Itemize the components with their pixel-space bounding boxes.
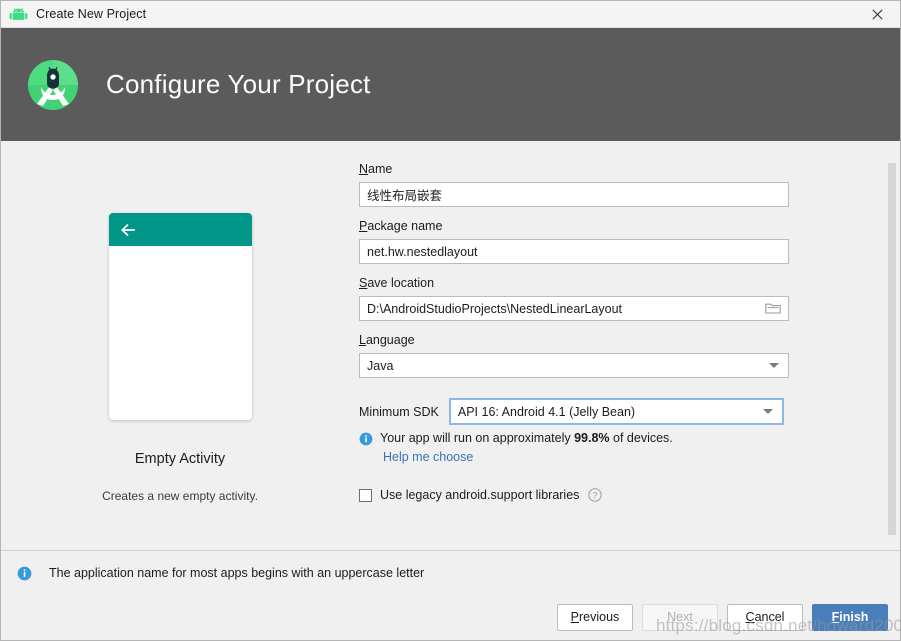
info-icon <box>17 565 39 581</box>
minimum-sdk-select[interactable]: API 16: Android 4.1 (Jelly Bean) <box>448 398 784 425</box>
template-description-label: Creates a new empty activity. <box>102 489 258 503</box>
back-arrow-icon <box>120 223 137 237</box>
create-new-project-dialog: Create New Project Configure Your Projec… <box>0 0 901 641</box>
package-name-field-block: Package name net.hw.nestedlayout <box>359 219 858 264</box>
cancel-button[interactable]: Cancel <box>727 603 803 631</box>
legacy-libraries-label: Use legacy android.support libraries <box>380 488 580 502</box>
language-label: Language <box>359 333 415 347</box>
save-location-field-block: Save location D:\AndroidStudioProjects\N… <box>359 276 858 321</box>
language-select[interactable]: Java <box>359 353 789 378</box>
validation-message-text: The application name for most apps begin… <box>49 565 425 580</box>
save-location-input-value: D:\AndroidStudioProjects\NestedLinearLay… <box>367 301 623 316</box>
project-form: Name 线性布局嵌套 Package name net.hw.nestedla… <box>359 141 900 550</box>
minimum-sdk-row: Minimum SDK API 16: Android 4.1 (Jelly B… <box>359 398 858 425</box>
android-studio-logo-icon <box>25 57 81 113</box>
content-scrollbar-thumb[interactable] <box>888 163 896 535</box>
package-name-label: Package name <box>359 219 443 233</box>
template-preview-panel: Empty Activity Creates a new empty activ… <box>1 141 359 550</box>
svg-text:?: ? <box>593 490 598 500</box>
minimum-sdk-label: Minimum SDK <box>359 404 439 419</box>
template-name-label: Empty Activity <box>134 451 226 467</box>
name-input-value: 线性布局嵌套 <box>367 189 443 203</box>
chevron-down-icon <box>769 363 779 368</box>
minimum-sdk-select-value: API 16: Android 4.1 (Jelly Bean) <box>457 404 636 419</box>
package-name-input[interactable]: net.hw.nestedlayout <box>359 239 789 264</box>
thumbnail-appbar <box>108 213 252 246</box>
question-mark-icon[interactable]: ? <box>579 488 603 502</box>
finish-button[interactable]: Finish <box>812 603 888 631</box>
folder-icon[interactable] <box>759 302 781 315</box>
close-icon[interactable] <box>854 1 900 28</box>
page-title: Configure Your Project <box>106 69 371 99</box>
next-button[interactable]: Next <box>642 603 718 631</box>
sdk-coverage-text: Your app will run on approximately 99.8%… <box>380 431 673 445</box>
legacy-libraries-row: Use legacy android.support libraries ? <box>359 488 858 502</box>
name-field-block: Name 线性布局嵌套 <box>359 162 858 207</box>
title-bar: Create New Project <box>1 1 900 28</box>
package-name-input-value: net.hw.nestedlayout <box>367 244 478 259</box>
name-label: Name <box>359 162 393 176</box>
save-location-input[interactable]: D:\AndroidStudioProjects\NestedLinearLay… <box>359 296 789 321</box>
language-field-block: Language Java <box>359 333 858 378</box>
save-location-label: Save location <box>359 276 435 290</box>
dialog-content: Empty Activity Creates a new empty activ… <box>1 141 900 550</box>
info-icon <box>359 431 380 446</box>
template-thumbnail <box>108 213 252 420</box>
legacy-libraries-checkbox[interactable] <box>359 488 372 502</box>
previous-button[interactable]: Previous <box>557 603 633 631</box>
android-head-icon <box>9 7 28 21</box>
help-me-choose-link[interactable]: Help me choose <box>383 450 473 464</box>
chevron-down-icon <box>762 409 773 414</box>
sdk-coverage-info: Your app will run on approximately 99.8%… <box>359 431 858 446</box>
language-select-value: Java <box>367 358 394 373</box>
name-input[interactable]: 线性布局嵌套 <box>359 182 789 207</box>
validation-message-bar: The application name for most apps begin… <box>1 550 900 594</box>
window-title: Create New Project <box>36 7 147 21</box>
dialog-button-bar: Previous Next Cancel Finish https://blog… <box>1 594 901 640</box>
header-banner: Configure Your Project <box>1 28 900 141</box>
